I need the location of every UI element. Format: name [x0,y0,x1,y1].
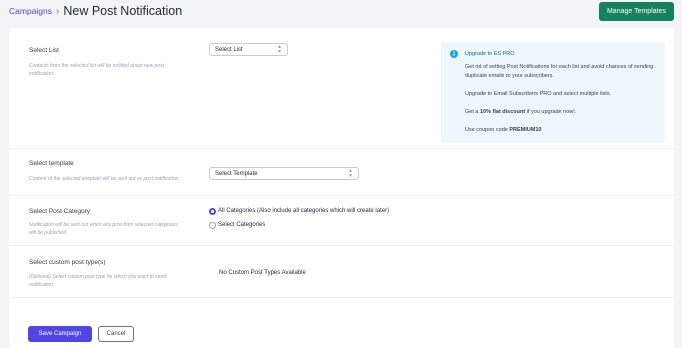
select-arrows-icon: ▴ ▾ [348,168,352,179]
promo-text-1: Get rid of setting Post Notifications fo… [465,64,654,79]
select-categories-label: Select Categories [218,222,266,228]
discount-highlight: 10% flat discount [479,109,526,115]
custom-post-type-value: No Custom Post Types Available [219,270,306,276]
coupon-code: PREMIUM10 [509,127,542,133]
select-template-help: Content of the selected template will be… [29,176,180,182]
template-select[interactable]: Select Template ▴ ▾ [209,167,359,180]
breadcrumb-separator: › [56,5,60,17]
select-list-label: Select List [29,47,59,54]
manage-templates-button[interactable]: Manage Templates [598,2,674,21]
template-select-value: Select Template [215,170,258,177]
list-select-value: Select List [215,46,243,53]
select-template-row: Select template Content of the selected … [9,149,674,196]
select-list-help: Contacts from the selected list will be … [29,63,165,77]
breadcrumb-campaigns[interactable]: Campaigns [9,6,52,16]
campaign-form-card: Select List Contacts from the selected l… [9,28,674,348]
select-list-row: Select List Contacts from the selected l… [9,28,674,149]
custom-post-type-help: (Optional) Select custom post type for w… [29,274,167,288]
upgrade-promo-box: i Upgrade to ES PRO Get rid of setting P… [441,42,665,143]
info-icon: i [450,50,458,58]
post-category-help: Notification will be sent out when any p… [29,222,178,236]
page-header: Campaigns › New Post Notification Manage… [0,0,682,22]
select-categories-radio[interactable] [209,222,216,229]
promo-discount: Get a 10% flat discount if you upgrade n… [465,109,577,115]
promo-coupon: Use coupon code PREMIUM10 [465,127,542,133]
promo-text-2: Upgrade to Email Subscribers PRO and sel… [465,91,612,97]
promo-title: Upgrade to ES PRO [465,51,515,57]
list-select[interactable]: Select List ▴ ▾ [209,43,288,56]
custom-post-type-row: Select custom post type(s) (Optional) Se… [9,246,674,298]
post-category-row: Select Post Category Notification will b… [9,196,674,246]
select-template-label: Select template [29,160,74,167]
save-campaign-button[interactable]: Save Campaign [28,326,92,342]
all-categories-radio[interactable] [209,208,216,215]
select-arrows-icon: ▴ ▾ [277,44,281,55]
post-category-label: Select Post Category [29,208,91,215]
page-title: New Post Notification [63,4,183,18]
all-categories-label: All Categories (Also include all categor… [218,208,390,214]
custom-post-type-label: Select custom post type(s) [29,259,106,266]
cancel-button[interactable]: Cancel [98,326,134,342]
